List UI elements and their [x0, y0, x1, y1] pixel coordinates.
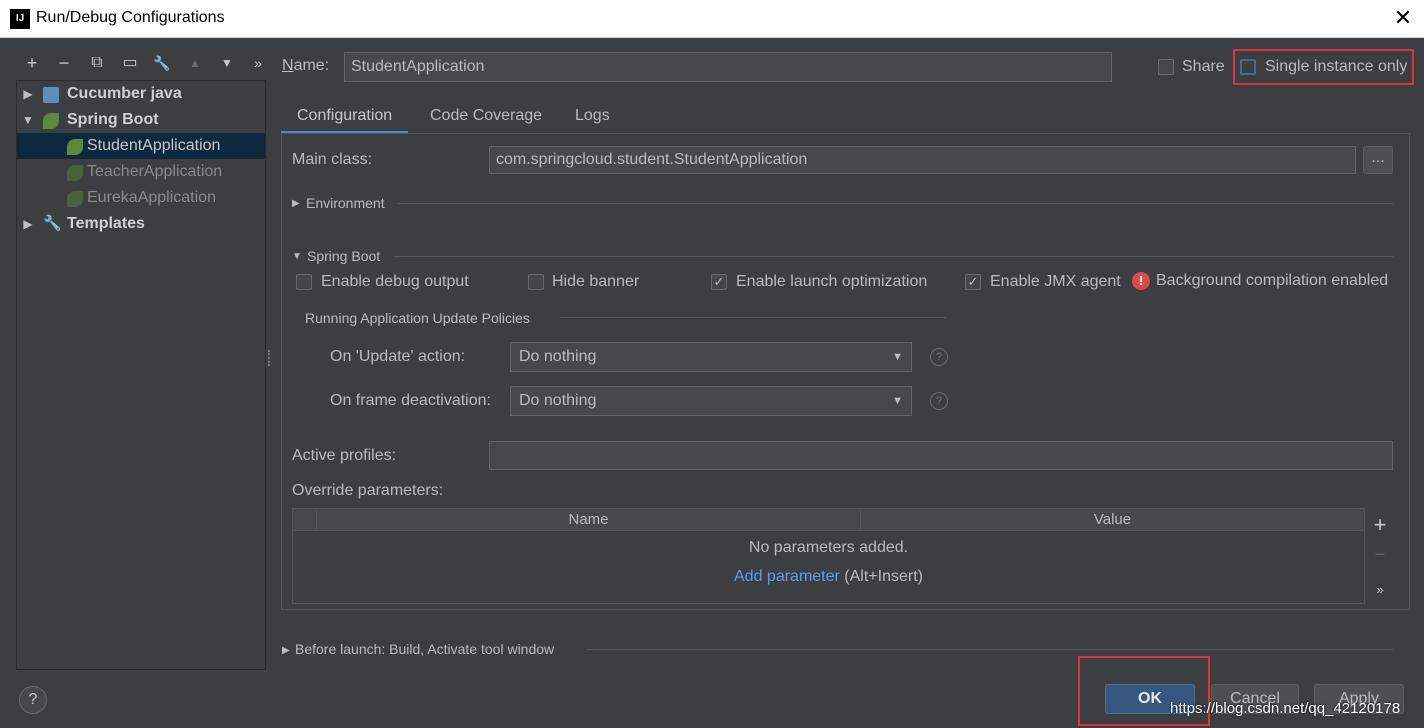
table-column-value[interactable]: Value — [861, 509, 1364, 531]
on-update-value: Do nothing — [519, 348, 597, 365]
tree-item-label: TeacherApplication — [87, 163, 223, 180]
add-parameter-link[interactable]: Add parameter — [734, 568, 840, 585]
enable-jmx-agent-label: Enable JMX agent — [990, 273, 1121, 290]
background-compilation-label: Background compilation enabled — [1156, 272, 1389, 289]
table-column-name[interactable]: Name — [317, 509, 861, 531]
add-parameter-row: Add parameter (Alt+Insert) — [293, 568, 1364, 586]
divider — [586, 649, 1393, 650]
enable-debug-output-label: Enable debug output — [321, 273, 469, 290]
spring-boot-app-icon — [67, 139, 83, 155]
collapse-arrow-icon[interactable]: ▼ — [21, 107, 35, 133]
hide-banner-label: Hide banner — [552, 273, 640, 290]
enable-launch-optimization-label: Enable launch optimization — [736, 273, 928, 290]
single-instance-label: Single instance only — [1265, 58, 1408, 75]
empty-table-text: No parameters added. — [748, 539, 909, 556]
browse-button[interactable]: ... — [1363, 146, 1393, 174]
cucumber-icon — [43, 87, 59, 103]
remove-icon[interactable]: − — [52, 52, 76, 74]
hide-banner-checkbox[interactable] — [528, 274, 544, 290]
copy-icon[interactable]: ⧉ — [85, 52, 109, 74]
main-class-field[interactable]: com.springcloud.student.StudentApplicati… — [489, 146, 1356, 174]
intellij-logo-icon: IJ — [10, 9, 30, 29]
title-bar: IJ Run/Debug Configurations ✕ — [0, 0, 1424, 38]
single-instance-checkbox[interactable] — [1240, 59, 1256, 75]
spring-boot-collapse-icon[interactable]: ▼ — [292, 251, 302, 262]
on-frame-deactivation-dropdown[interactable]: Do nothing ▼ — [510, 386, 912, 416]
error-icon: ! — [1132, 272, 1150, 290]
tree-item-label: EurekaApplication — [87, 189, 216, 206]
save-icon[interactable]: ▭ — [118, 52, 142, 74]
remove-icon[interactable]: − — [1370, 544, 1390, 565]
tab-configuration[interactable]: Configuration — [281, 100, 409, 134]
active-profiles-label: Active profiles: — [292, 447, 397, 464]
help-icon[interactable]: ? — [19, 686, 47, 714]
enable-debug-output-checkbox[interactable] — [296, 274, 312, 290]
add-parameter-hint: (Alt+Insert) — [844, 568, 923, 585]
tree-item-student-application[interactable]: StudentApplication — [17, 133, 265, 159]
divider — [560, 317, 946, 318]
configuration-tree: ▶ Cucumber java ▼ Spring Boot StudentApp… — [16, 80, 266, 670]
move-up-icon[interactable]: ▲ — [183, 52, 207, 74]
tree-item-label: Spring Boot — [67, 111, 159, 128]
before-launch-label[interactable]: Before launch: Build, Activate tool wind… — [295, 641, 554, 657]
add-icon[interactable]: + — [20, 52, 44, 74]
share-label: Share — [1182, 58, 1225, 75]
spring-boot-section-label[interactable]: Spring Boot — [307, 248, 380, 264]
tree-item-teacher-application[interactable]: TeacherApplication — [17, 159, 265, 185]
override-parameters-table[interactable]: Name Value No parameters added. Add para… — [292, 508, 1365, 604]
wrench-icon: 🔧 — [43, 215, 62, 232]
name-field[interactable]: StudentApplication — [344, 52, 1112, 82]
more-icon[interactable]: » — [246, 52, 270, 74]
expand-arrow-icon[interactable]: ▶ — [21, 81, 35, 107]
tree-item-eureka-application[interactable]: EurekaApplication — [17, 185, 265, 211]
help-icon[interactable]: ? — [930, 392, 948, 410]
tab-logs[interactable]: Logs — [559, 100, 626, 134]
table-side-toolbar: + − » — [1366, 508, 1394, 604]
on-frame-deactivation-label: On frame deactivation: — [330, 392, 491, 409]
help-icon[interactable]: ? — [930, 348, 948, 366]
move-down-icon[interactable]: ▼ — [215, 52, 239, 74]
environment-expand-icon[interactable]: ▶ — [292, 198, 300, 209]
watermark-text: https://blog.csdn.net/qq_42120178 — [1170, 700, 1401, 717]
chevron-down-icon: ▼ — [892, 395, 903, 407]
tree-item-templates[interactable]: ▶ 🔧 Templates — [17, 211, 265, 237]
wrench-icon[interactable]: 🔧 — [150, 52, 174, 74]
main-class-label: Main class: — [292, 151, 373, 168]
table-header: Name Value — [293, 509, 1364, 531]
more-icon[interactable]: » — [1370, 582, 1390, 597]
add-icon[interactable]: + — [1370, 512, 1390, 538]
on-update-dropdown[interactable]: Do nothing ▼ — [510, 342, 912, 372]
divider — [393, 256, 1393, 257]
splitter-handle[interactable] — [268, 350, 272, 366]
close-icon[interactable]: ✕ — [1390, 4, 1416, 32]
table-column-spacer — [293, 509, 317, 531]
window-title: Run/Debug Configurations — [36, 9, 225, 26]
spring-boot-icon — [43, 113, 59, 129]
spring-boot-app-icon — [67, 191, 83, 207]
enable-launch-optimization-checkbox[interactable]: ✓ — [711, 274, 727, 290]
active-profiles-field[interactable] — [489, 441, 1393, 470]
name-label: Name: — [282, 57, 330, 74]
before-launch-expand-icon[interactable]: ▶ — [282, 645, 290, 656]
tree-item-spring-boot[interactable]: ▼ Spring Boot — [17, 107, 265, 133]
override-parameters-label: Override parameters: — [292, 482, 444, 499]
share-checkbox[interactable] — [1158, 59, 1174, 75]
enable-jmx-agent-checkbox[interactable]: ✓ — [965, 274, 981, 290]
on-update-label: On 'Update' action: — [330, 348, 466, 365]
tab-code-coverage[interactable]: Code Coverage — [414, 100, 558, 134]
expand-arrow-icon[interactable]: ▶ — [21, 211, 35, 237]
spring-boot-app-icon — [67, 165, 83, 181]
chevron-down-icon: ▼ — [892, 351, 903, 363]
tree-item-label: Cucumber java — [67, 85, 182, 102]
tree-item-label: Templates — [67, 215, 145, 232]
divider — [398, 203, 1393, 204]
tree-item-cucumber-java[interactable]: ▶ Cucumber java — [17, 81, 265, 107]
policies-title: Running Application Update Policies — [305, 310, 530, 326]
on-frame-value: Do nothing — [519, 392, 597, 409]
tree-item-label: StudentApplication — [87, 137, 221, 154]
environment-label[interactable]: Environment — [306, 195, 385, 211]
